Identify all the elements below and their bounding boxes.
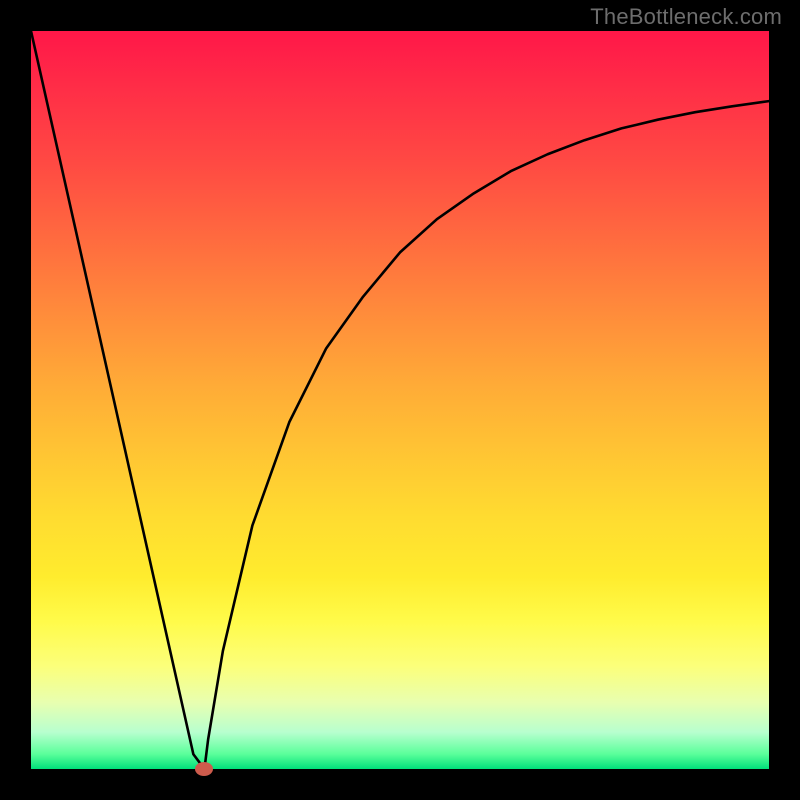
curve-line: [31, 31, 769, 769]
plot-area: [31, 31, 769, 769]
chart-frame: TheBottleneck.com: [0, 0, 800, 800]
watermark-text: TheBottleneck.com: [590, 4, 782, 30]
marker-dot: [195, 762, 213, 776]
